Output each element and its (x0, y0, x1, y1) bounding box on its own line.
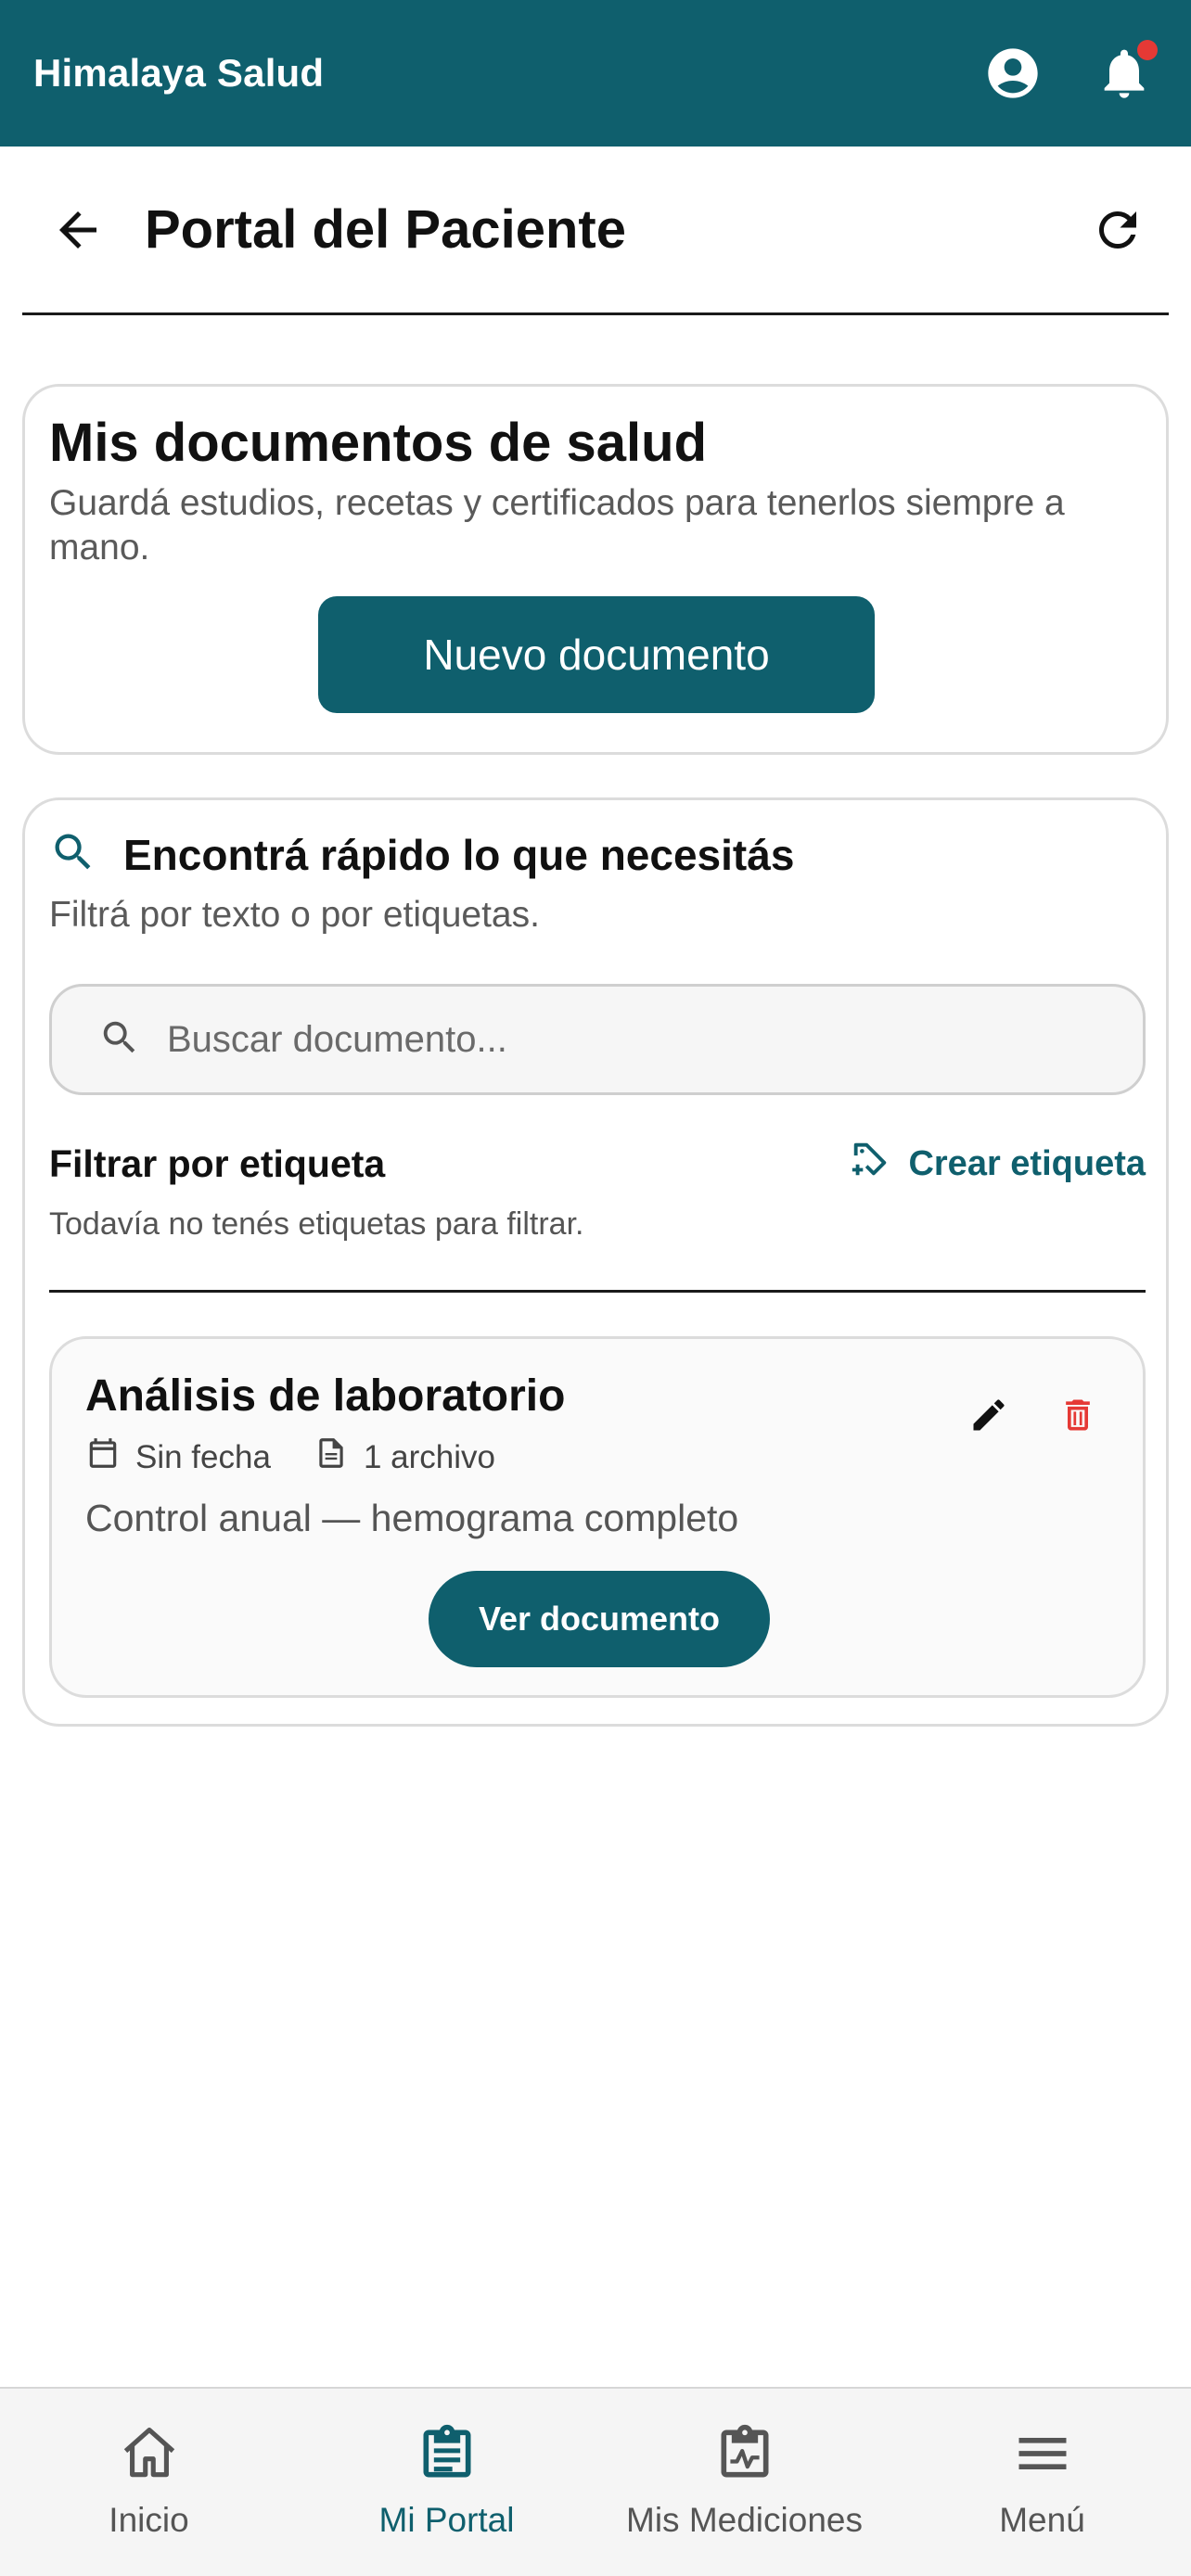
nav-item-mis-mediciones[interactable]: Mis Mediciones (596, 2389, 893, 2576)
notifications-bell-icon[interactable] (1091, 40, 1158, 107)
edit-pencil-icon[interactable] (961, 1387, 1017, 1443)
create-tag-label: Crear etiqueta (908, 1143, 1146, 1183)
document-description: Control anual — hemograma completo (85, 1497, 739, 1539)
app-root: Himalaya Salud Portal del Paciente Mis d… (0, 0, 1191, 2576)
document-files: 1 archivo (314, 1435, 495, 1479)
home-icon (118, 2422, 181, 2490)
nav-item-mi-portal[interactable]: Mi Portal (298, 2389, 596, 2576)
chart-clipboard-icon (713, 2422, 776, 2490)
file-icon (314, 1435, 349, 1479)
menu-icon (1011, 2422, 1074, 2490)
filter-card-subtitle: Filtrá por texto o por etiquetas. (49, 895, 540, 935)
clipboard-icon (416, 2422, 479, 2490)
bottom-navigation: Inicio Mi Portal Mis Mediciones Menú (0, 2387, 1191, 2576)
create-tag-button[interactable]: Crear etiqueta (849, 1138, 1146, 1190)
documents-card-title: Mis documentos de salud (49, 413, 707, 473)
top-app-bar: Himalaya Salud (0, 0, 1191, 147)
search-input[interactable] (167, 1018, 1095, 1061)
nav-label: Mis Mediciones (626, 2501, 863, 2539)
brand-title: Himalaya Salud (33, 51, 325, 95)
nav-item-menu[interactable]: Menú (893, 2389, 1191, 2576)
divider (49, 1290, 1146, 1293)
filter-card-title: Encontrá rápido lo que necesitás (123, 830, 795, 879)
document-date: Sin fecha (85, 1435, 271, 1479)
search-field[interactable] (49, 984, 1146, 1095)
refresh-icon[interactable] (1067, 184, 1169, 276)
search-icon (49, 828, 97, 881)
account-icon[interactable] (980, 40, 1046, 107)
page-header: Portal del Paciente (22, 147, 1169, 315)
document-meta: Sin fecha 1 archivo (85, 1435, 538, 1479)
nav-label: Inicio (109, 2501, 189, 2539)
back-arrow-icon[interactable] (22, 184, 134, 276)
documents-card-subtitle: Guardá estudios, recetas y certificados … (49, 483, 1065, 567)
filter-card: Encontrá rápido lo que necesitás Filtrá … (22, 797, 1169, 1727)
documents-intro-card: Mis documentos de salud Guardá estudios,… (22, 384, 1169, 755)
page-title: Portal del Paciente (145, 199, 626, 260)
add-tag-icon (849, 1138, 891, 1190)
nav-item-inicio[interactable]: Inicio (0, 2389, 298, 2576)
new-document-button[interactable]: Nuevo documento (318, 596, 875, 713)
document-actions (961, 1387, 1106, 1443)
document-files-text: 1 archivo (363, 1438, 495, 1475)
notification-badge (1137, 40, 1158, 60)
search-icon (98, 1016, 141, 1064)
filter-by-tag-label: Filtrar por etiqueta (49, 1141, 386, 1185)
filter-card-header: Encontrá rápido lo que necesitás (49, 828, 794, 881)
calendar-icon (85, 1435, 121, 1479)
tag-filter-row: Filtrar por etiqueta Crear etiqueta (49, 1138, 1146, 1190)
nav-label: Menú (999, 2501, 1085, 2539)
view-document-button[interactable]: Ver documento (429, 1571, 770, 1667)
document-date-text: Sin fecha (135, 1438, 271, 1475)
document-card: Análisis de laboratorio Sin fecha 1 arch… (49, 1336, 1146, 1698)
document-title: Análisis de laboratorio (85, 1371, 566, 1421)
delete-trash-icon[interactable] (1050, 1387, 1106, 1443)
nav-label: Mi Portal (378, 2501, 515, 2539)
empty-tags-note: Todavía no tenés etiquetas para filtrar. (49, 1206, 584, 1242)
